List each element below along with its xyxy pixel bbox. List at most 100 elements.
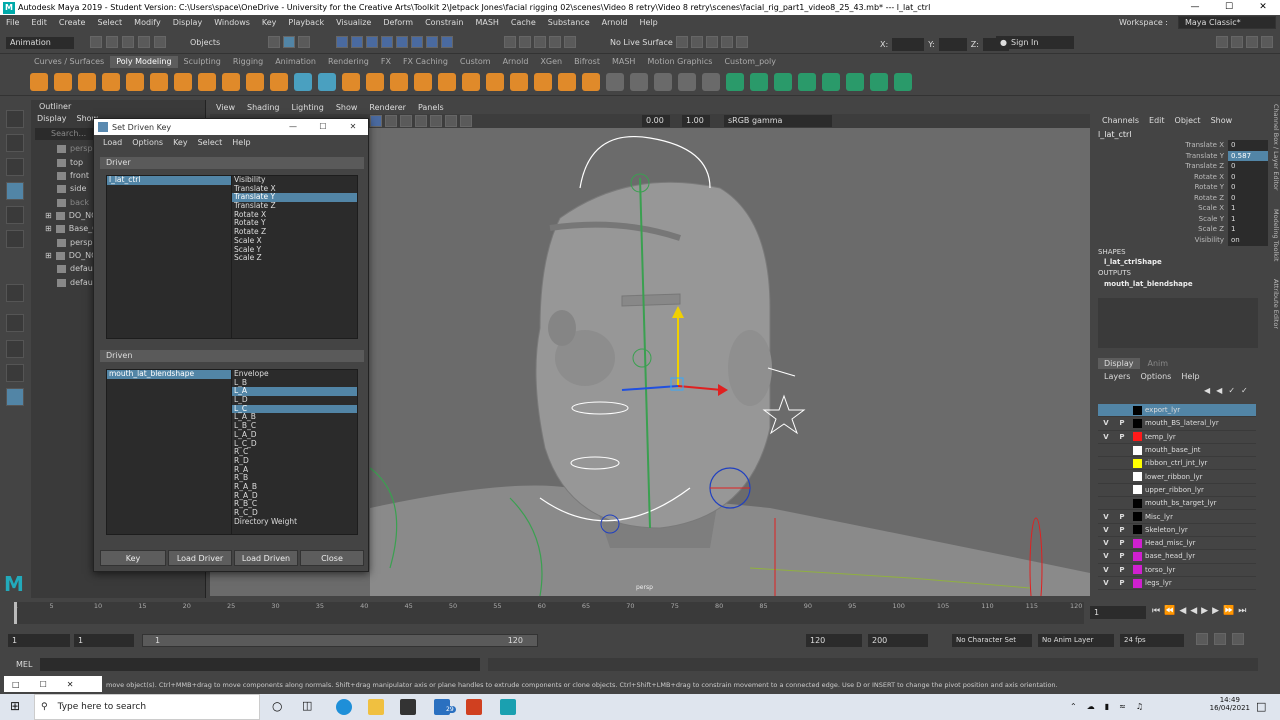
tray-chevron-icon[interactable]: ⌃	[1070, 702, 1077, 711]
colorspace-dropdown[interactable]: sRGB gamma	[724, 115, 832, 127]
mask-dynamics-icon[interactable]	[411, 36, 423, 48]
channel-row[interactable]: Rotate X0	[1094, 172, 1280, 183]
layer-color-swatch[interactable]	[1133, 538, 1142, 548]
move-layer-up-icon[interactable]: ◀	[1204, 386, 1210, 395]
driven-attr-item[interactable]: Directory Weight	[232, 517, 357, 527]
menu-windows[interactable]: Windows	[208, 18, 256, 27]
dialog-menu-select[interactable]: Select	[193, 138, 228, 147]
menu-file[interactable]: File	[0, 18, 25, 27]
shelf-tab-arnold[interactable]: Arnold	[497, 56, 535, 68]
render-settings-icon[interactable]	[721, 36, 733, 48]
layer-row[interactable]: lower_ribbon_lyr	[1098, 471, 1256, 484]
rotate-tool-icon[interactable]	[6, 206, 24, 224]
wireframe-icon[interactable]	[370, 115, 382, 127]
quad-draw-icon[interactable]	[582, 73, 600, 91]
viewport-menu-lighting[interactable]: Lighting	[285, 103, 329, 112]
driven-attr-item[interactable]: R_D	[232, 456, 357, 466]
undo-icon[interactable]	[138, 36, 150, 48]
lasso-tool-icon[interactable]	[6, 134, 24, 152]
outliner-item[interactable]: side	[57, 182, 86, 195]
insert-edge-loop-icon[interactable]	[606, 73, 624, 91]
battery-icon[interactable]: ▮	[1105, 702, 1109, 711]
combine-icon[interactable]	[294, 73, 312, 91]
mask-misc-icon[interactable]	[441, 36, 453, 48]
layer-row[interactable]: mouth_bs_target_lyr	[1098, 497, 1256, 511]
layer-visibility-toggle[interactable]: V	[1098, 539, 1114, 547]
shelf-tab-custom-poly[interactable]: Custom_poly	[718, 56, 782, 68]
mask-deformations-icon[interactable]	[396, 36, 408, 48]
snap-surface-icon[interactable]	[564, 36, 576, 48]
layer-color-swatch[interactable]	[1133, 458, 1142, 468]
single-perspective-layout-icon[interactable]	[6, 314, 24, 332]
menu-modify[interactable]: Modify	[128, 18, 167, 27]
notifications-icon[interactable]: □	[1256, 700, 1266, 713]
range-bar[interactable]: 1 120	[142, 634, 538, 647]
network-icon[interactable]: ≈	[1119, 702, 1126, 711]
volume-icon[interactable]: ♫	[1136, 702, 1143, 711]
go-to-start-icon[interactable]: ⏮	[1152, 606, 1160, 616]
spherical-map-icon[interactable]	[798, 73, 816, 91]
animation-preferences-icon[interactable]	[1232, 633, 1244, 645]
store-icon[interactable]	[400, 699, 416, 715]
layer-visibility-toggle[interactable]: V	[1098, 526, 1114, 534]
outliner-item[interactable]: ⊞ DO_NC	[45, 249, 97, 262]
layer-color-swatch[interactable]	[1133, 565, 1142, 575]
menu-visualize[interactable]: Visualize	[330, 18, 377, 27]
expand-icon[interactable]: ⊞	[45, 211, 52, 220]
poly-plane-icon[interactable]	[150, 73, 168, 91]
scale-tool-icon[interactable]	[6, 230, 24, 248]
anim-layer-dropdown[interactable]: No Anim Layer	[1038, 634, 1114, 647]
poly-pyramid-icon[interactable]	[222, 73, 240, 91]
bridge-icon[interactable]	[438, 73, 456, 91]
file-explorer-icon[interactable]	[368, 699, 384, 715]
tab-modeling-toolkit[interactable]: Modeling Toolkit	[1266, 209, 1280, 261]
minimized-window[interactable]: □ ☐ ✕	[4, 676, 102, 692]
new-layer-selected-icon[interactable]: ✓	[1241, 386, 1248, 395]
menu-select[interactable]: Select	[91, 18, 128, 27]
viewport-menu-shading[interactable]: Shading	[241, 103, 286, 112]
target-weld-icon[interactable]	[558, 73, 576, 91]
layer-row[interactable]: V P Misc_lyr	[1098, 510, 1256, 524]
textured-icon[interactable]	[400, 115, 412, 127]
menu-key[interactable]: Key	[256, 18, 283, 27]
driver-node-list[interactable]: l_lat_ctrl	[106, 175, 232, 339]
load-driver-button[interactable]: Load Driver	[168, 550, 232, 566]
bevel-icon[interactable]	[462, 73, 480, 91]
layer-options-menu[interactable]: Options	[1140, 372, 1171, 381]
layer-row[interactable]: ribbon_ctrl_jnt_lyr	[1098, 457, 1256, 471]
outliner-item[interactable]: default	[57, 276, 98, 289]
layer-playback-toggle[interactable]: P	[1114, 419, 1130, 427]
channel-row[interactable]: Scale Z1	[1094, 224, 1280, 235]
select-hierarchy-icon[interactable]	[268, 36, 280, 48]
channel-row[interactable]: Translate X0	[1094, 140, 1280, 151]
select-object-icon[interactable]	[283, 36, 295, 48]
x-field[interactable]	[892, 38, 925, 51]
outliner-item[interactable]: ⊞ Base_C	[45, 222, 98, 235]
step-back-frame-icon[interactable]: ◀	[1179, 606, 1186, 616]
layer-color-swatch[interactable]	[1133, 445, 1142, 455]
current-frame-field[interactable]: 1	[1090, 606, 1146, 619]
hypershade-icon[interactable]	[736, 36, 748, 48]
mask-handles-icon[interactable]	[336, 36, 348, 48]
shelf-tab-fx-caching[interactable]: FX Caching	[397, 56, 454, 68]
shelf-tab-motion-graphics[interactable]: Motion Graphics	[641, 56, 718, 68]
layer-color-swatch[interactable]	[1133, 418, 1142, 428]
character-set-dropdown[interactable]: No Character Set	[952, 634, 1032, 647]
cortana-icon[interactable]: ○	[272, 699, 282, 713]
extrude-icon[interactable]	[414, 73, 432, 91]
poly-cube-icon[interactable]	[54, 73, 72, 91]
xray-icon[interactable]	[460, 115, 472, 127]
sculpt-icon[interactable]	[702, 73, 720, 91]
multi-cut-icon[interactable]	[534, 73, 552, 91]
four-view-layout-icon[interactable]	[6, 340, 24, 358]
layer-row[interactable]: V P Head_misc_lyr	[1098, 537, 1256, 551]
layer-playback-toggle[interactable]: P	[1114, 566, 1130, 574]
layer-row[interactable]: V Pbase_head_lyr	[1098, 550, 1256, 564]
play-forward-icon[interactable]: ▶	[1201, 606, 1208, 616]
close-button[interactable]: Close	[300, 550, 364, 566]
shadows-icon[interactable]	[430, 115, 442, 127]
gamma-field[interactable]: 1.00	[682, 115, 710, 127]
y-field[interactable]	[938, 38, 967, 51]
channel-row[interactable]: Translate Y 0.587	[1094, 151, 1280, 162]
workspace-dropdown[interactable]: Maya Classic*	[1178, 16, 1276, 29]
